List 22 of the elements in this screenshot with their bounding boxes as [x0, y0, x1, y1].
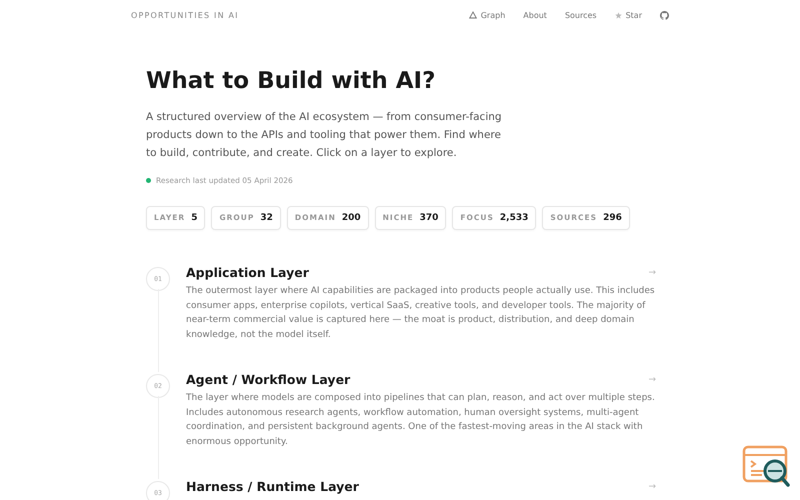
star-icon: [614, 12, 622, 18]
layer-title[interactable]: Harness / Runtime Layer: [186, 479, 359, 494]
layer-title[interactable]: Agent / Workflow Layer: [186, 372, 350, 387]
stat-value: 296: [603, 213, 622, 223]
nav-link[interactable]: Graph: [468, 10, 506, 20]
layer-description: The layer where models are composed into pipelines that can plan, reason, and act over multiple steps. Includes autonomous research agents, workflow automation, human oversight systems, multi-agent coordination, and persistent background agents. One of the fastest-moving areas in the AI stack with enormous opportunity.: [186, 392, 656, 448]
layer-title[interactable]: Application Layer: [186, 265, 309, 280]
stat-value: 200: [342, 213, 361, 223]
nav-link[interactable]: About: [523, 10, 547, 20]
github-icon[interactable]: [660, 10, 669, 20]
layer-description: The outermost layer where AI capabilities are packaged into products people actually use. This includes consumer apps, enterprise copilots, vertical SaaS, creative tools, and developer tools. The majority of near-term commercial value is captured here — the moat is product, distribution, and deep domain knowledge, not the model itself.: [186, 285, 656, 342]
page-title: What to Build with AI?: [146, 68, 436, 94]
stat-value: 370: [420, 213, 438, 223]
browser-search-icon[interactable]: [742, 444, 792, 488]
site-title[interactable]: OPPORTUNITIES IN AI: [131, 10, 239, 20]
stat-value: 32: [260, 213, 273, 223]
nav-link[interactable]: Star: [614, 10, 642, 20]
stat-value: 5: [191, 213, 198, 223]
triangle-icon: [468, 11, 477, 19]
nav-link[interactable]: Sources: [564, 10, 597, 20]
stat-value: 2,533: [500, 213, 528, 223]
intro-paragraph: A structured overview of the AI ecosystem — from consumer-facing products down to the APIs and tooling that power them. Find where to build, contribute, and create. Click on a layer to explore.: [146, 110, 503, 161]
